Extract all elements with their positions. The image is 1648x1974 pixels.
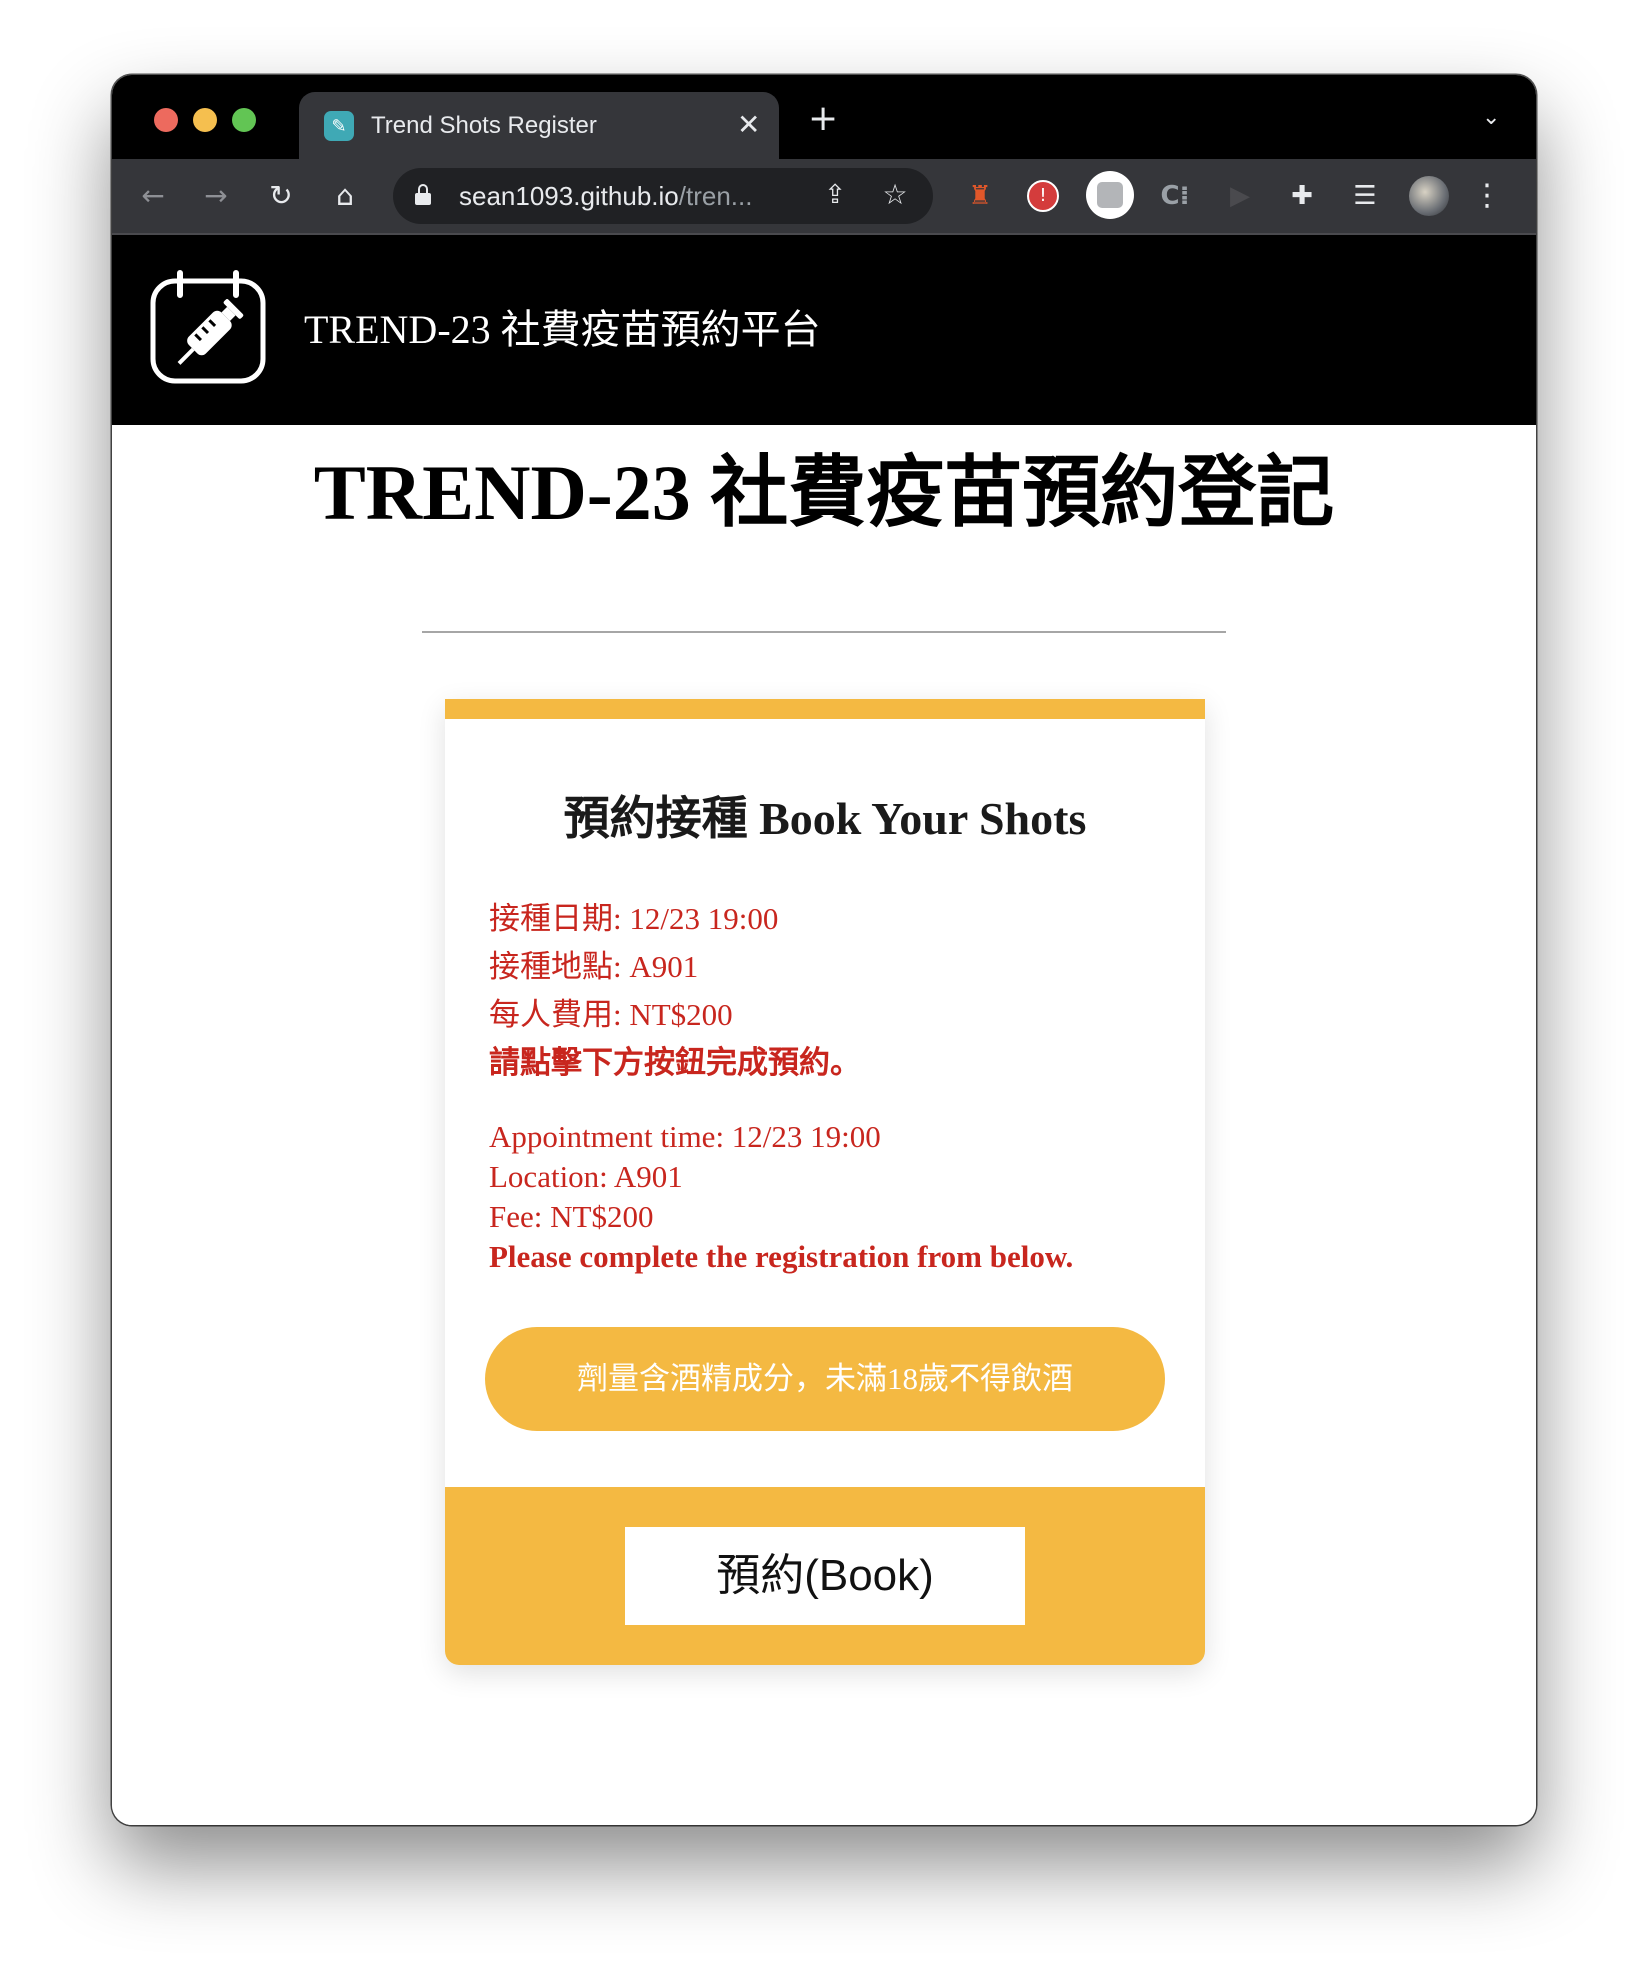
tab-search-chevron-icon[interactable]: ⌄ <box>1482 105 1500 130</box>
puzzle-extensions-icon[interactable]: ✚ <box>1282 176 1322 216</box>
code-extension-icon[interactable]: C⁞ <box>1155 176 1195 216</box>
alcohol-notice: 劑量含酒精成分，未滿18歲不得飲酒 <box>485 1327 1165 1431</box>
forward-arrow-icon[interactable]: → <box>197 177 235 215</box>
minimize-window-icon[interactable] <box>193 108 217 132</box>
url-path: /tren... <box>678 181 753 211</box>
zh-location: 接種地點: A901 <box>489 949 699 984</box>
page-viewport: TREND-23 社費疫苗預約平台 TREND-23 社費疫苗預約登記 預約接種… <box>112 235 1536 1825</box>
address-bar[interactable]: sean1093.github.io/tren... ⇪ ☆ <box>393 168 933 224</box>
zh-appointment-date: 接種日期: 12/23 19:00 <box>489 901 779 936</box>
card-footer: 預約(Book) <box>445 1487 1205 1665</box>
tab-title: Trend Shots Register <box>371 112 597 139</box>
maximize-window-icon[interactable] <box>232 108 256 132</box>
close-tab-icon[interactable]: ✕ <box>737 108 760 142</box>
browser-window: ✎ Trend Shots Register ✕ + ⌄ ← → ↻ ⌂ sea… <box>112 75 1536 1825</box>
close-window-icon[interactable] <box>154 108 178 132</box>
zh-instruction: 請點擊下方按鈕完成預約。 <box>489 1045 861 1080</box>
card-heading: 預約接種 Book Your Shots <box>563 793 1087 844</box>
card-accent-bar <box>445 699 1205 719</box>
en-appointment-time: Appointment time: 12/23 19:00 <box>489 1119 881 1154</box>
syringe-icon: ✎ <box>324 111 354 141</box>
reload-icon[interactable]: ↻ <box>262 177 300 215</box>
new-tab-icon[interactable]: + <box>808 101 838 137</box>
url-text: sean1093.github.io/tren... <box>459 178 752 214</box>
book-button[interactable]: 預約(Book) <box>625 1527 1025 1625</box>
browser-toolbar: ← → ↻ ⌂ sean1093.github.io/tren... ⇪ ☆ ♜… <box>112 159 1536 235</box>
syringe-calendar-icon <box>150 270 266 384</box>
tab-trend-shots[interactable]: ✎ Trend Shots Register ✕ <box>299 92 779 159</box>
media-queue-icon[interactable]: ☰ <box>1345 176 1385 216</box>
play-extension-icon[interactable]: ▶ <box>1220 176 1260 216</box>
page-title: TREND-23 社費疫苗預約登記 <box>313 449 1335 536</box>
gray-square-extension-icon[interactable] <box>1086 171 1136 221</box>
share-icon[interactable]: ⇪ <box>817 177 853 213</box>
lighthouse-extension-icon[interactable]: ♜ <box>960 176 1000 216</box>
profile-avatar[interactable] <box>1409 176 1449 216</box>
menu-kebab-icon[interactable]: ⋮ <box>1472 176 1502 216</box>
en-instruction: Please complete the registration from be… <box>489 1239 1074 1274</box>
en-fee: Fee: NT$200 <box>489 1199 654 1234</box>
site-header: TREND-23 社費疫苗預約平台 <box>112 235 1536 425</box>
back-arrow-icon[interactable]: ← <box>134 177 172 215</box>
tab-strip: ✎ Trend Shots Register ✕ + ⌄ <box>112 75 1536 159</box>
site-name: TREND-23 社費疫苗預約平台 <box>304 307 821 352</box>
booking-card: 預約接種 Book Your Shots 接種日期: 12/23 19:00 接… <box>445 699 1205 1665</box>
en-location: Location: A901 <box>489 1159 683 1194</box>
bookmark-star-icon[interactable]: ☆ <box>877 177 913 213</box>
zh-fee: 每人費用: NT$200 <box>489 997 733 1032</box>
lock-icon <box>415 184 431 206</box>
url-host: sean1093.github.io <box>459 181 679 211</box>
home-icon[interactable]: ⌂ <box>326 177 364 215</box>
title-divider <box>422 631 1226 633</box>
alert-extension-icon[interactable]: ! <box>1023 176 1063 216</box>
